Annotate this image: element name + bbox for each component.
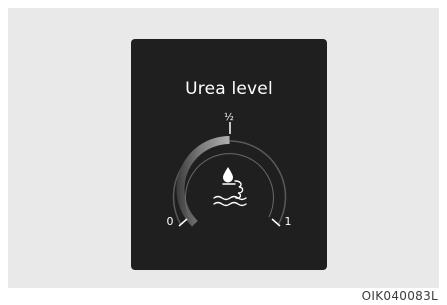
gauge-label-half: ½ — [224, 111, 234, 123]
gauge-label-one: 1 — [285, 215, 292, 228]
urea-fluid-icon — [213, 167, 247, 207]
urea-gauge: ½ 0 1 — [167, 111, 292, 228]
gauge-fill — [176, 136, 230, 227]
gauge-label-zero: 0 — [167, 215, 174, 228]
gauge-inner-rim — [185, 153, 274, 218]
cluster-display: Urea level ½ 0 1 — [131, 39, 327, 270]
figure-code: OIK040083L — [361, 289, 438, 303]
